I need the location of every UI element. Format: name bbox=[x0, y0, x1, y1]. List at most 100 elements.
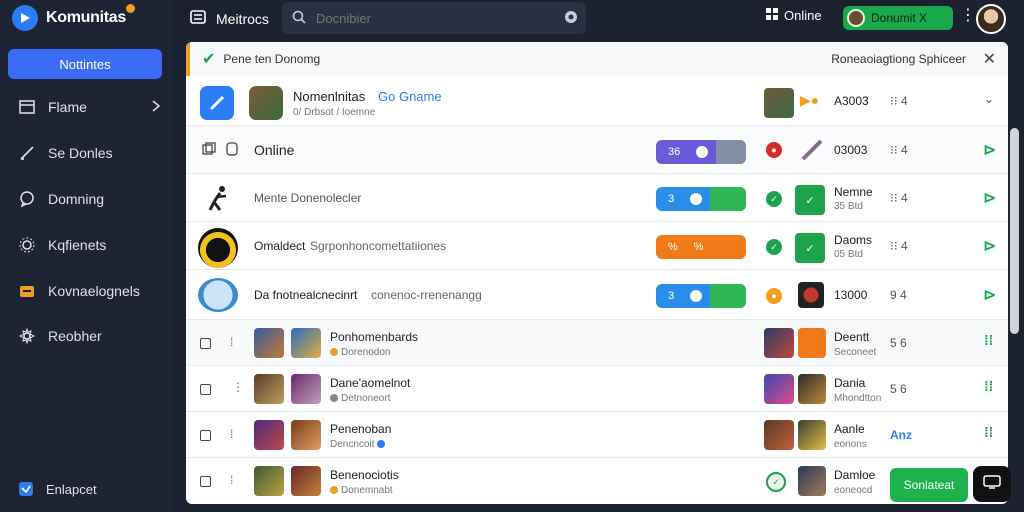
drag-handle-icon[interactable]: ⁞ bbox=[230, 473, 234, 487]
row-meta: 5 6 bbox=[890, 336, 907, 350]
pencil-app-icon bbox=[200, 86, 234, 120]
toggle-switch[interactable]: 3 bbox=[656, 187, 746, 211]
toggle-switch[interactable]: 3 bbox=[656, 284, 746, 308]
toggle-label: 3 bbox=[668, 290, 675, 302]
row-title-accent[interactable]: Go Gname bbox=[378, 89, 442, 104]
avatar bbox=[847, 9, 865, 27]
media-button[interactable] bbox=[973, 466, 1011, 502]
green-badge-icon: ✓ bbox=[795, 233, 825, 263]
toggle-knob bbox=[690, 193, 703, 205]
sidebar: Komunitas Nottintes Flame Se Donles Domn… bbox=[0, 0, 172, 512]
row-checkbox[interactable] bbox=[200, 384, 211, 395]
drag-handle-icon[interactable]: ⁞⁞ bbox=[984, 378, 993, 394]
list-item[interactable]: Mente Donenolecler 3 ✓ ✓ Nemne 35 Btd ⁝⁝… bbox=[186, 174, 1008, 222]
scrollbar[interactable] bbox=[1010, 128, 1019, 334]
arrow-right-icon[interactable]: ⊳ bbox=[983, 285, 996, 305]
row-value-sub: 35 Btd bbox=[834, 201, 863, 212]
drag-handle-icon[interactable]: ⁞ bbox=[230, 335, 234, 349]
thumbnail bbox=[798, 420, 826, 450]
list-item[interactable]: Nomenlnitas Go Gname 0/ Drbsot / Ioemne … bbox=[186, 76, 1008, 126]
thumbnail bbox=[291, 374, 321, 404]
toggle-switch[interactable]: %% bbox=[656, 235, 746, 259]
row-value-sub: eoneocd bbox=[834, 485, 873, 496]
close-icon[interactable]: ✕ bbox=[983, 49, 996, 69]
chevron-down-icon[interactable]: ⌄ bbox=[984, 92, 994, 106]
connect-pill[interactable]: Donumit X bbox=[843, 6, 953, 30]
row-value: Nemne bbox=[834, 185, 873, 199]
sidebar-primary-button[interactable]: Nottintes bbox=[8, 49, 162, 79]
search-bar[interactable] bbox=[282, 2, 586, 34]
thumbnail bbox=[254, 420, 284, 450]
thumbnail bbox=[254, 328, 284, 358]
thumbnail bbox=[764, 420, 794, 450]
runner-icon bbox=[204, 184, 232, 217]
sidebar-item-reobher[interactable]: Reobher bbox=[0, 319, 172, 353]
arrow-right-icon[interactable]: ⊳ bbox=[983, 188, 996, 208]
drag-handle-icon[interactable]: ⁞⁞ bbox=[984, 424, 993, 440]
list-item[interactable]: Da fnotnealcnecinrt conenoc-rrenenangg 3… bbox=[186, 270, 1008, 320]
row-subtitle-inline: conenoc-rrenenangg bbox=[371, 288, 482, 302]
toggle-knob bbox=[696, 146, 709, 158]
row-title: Penenoban bbox=[330, 422, 392, 436]
row-title: Dane'aomelnot bbox=[330, 376, 411, 390]
row-subtitle-text: Dorenodon bbox=[341, 347, 391, 358]
brand[interactable]: Komunitas bbox=[12, 4, 126, 32]
copy-icon[interactable] bbox=[202, 142, 216, 161]
thumbnail bbox=[798, 374, 826, 404]
notice-bar: ✔ Pene ten Donomg Roneaoiagtiong Sphicee… bbox=[186, 42, 1008, 76]
arrow-right-icon[interactable]: ⊳ bbox=[983, 236, 996, 256]
toggle-switch[interactable]: 36 bbox=[656, 140, 746, 164]
table-row[interactable]: ⁞ Penenoban Dencncoit Aanle eonons Anz ⁞… bbox=[186, 412, 1008, 458]
sidebar-item-sedonles[interactable]: Se Donles bbox=[0, 136, 172, 170]
thumbnail bbox=[291, 466, 321, 496]
sidebar-item-label: Flame bbox=[48, 99, 87, 115]
table-row[interactable]: ⋮ Dane'aomelnot Detnoneort Dania Mhondtt… bbox=[186, 366, 1008, 412]
row-title: Ponhomenbards bbox=[330, 330, 419, 344]
more-icon[interactable]: ⋮ bbox=[232, 380, 244, 394]
more-menu-icon[interactable]: ⋮ bbox=[960, 8, 976, 24]
main-panel: ✔ Pene ten Donomg Roneaoiagtiong Sphicee… bbox=[186, 42, 1008, 504]
row-title: Omaldect bbox=[254, 239, 306, 253]
online-button[interactable]: Online bbox=[766, 8, 822, 23]
row-meta: 5 6 bbox=[890, 382, 907, 396]
list-item[interactable]: Omaldect Sgrponhoncomettatiiones %% ✓ ✓ … bbox=[186, 222, 1008, 270]
settings-icon bbox=[18, 327, 36, 345]
sidebar-item-label: Kqfienets bbox=[48, 237, 107, 253]
green-badge-icon: ✓ bbox=[795, 185, 825, 215]
sidebar-item-domning[interactable]: Domning bbox=[0, 182, 172, 216]
user-avatar[interactable] bbox=[976, 4, 1006, 34]
row-meta: 9 4 bbox=[890, 288, 907, 302]
app-name: Komunitas bbox=[46, 9, 126, 26]
row-value: Damloe bbox=[834, 468, 876, 482]
device-icon[interactable] bbox=[226, 142, 238, 161]
toggle-track bbox=[716, 140, 746, 164]
check-icon: ✔ bbox=[202, 51, 216, 68]
table-row[interactable]: ⁞ Ponhomenbards Dorenodon Deentt Seconee… bbox=[186, 320, 1008, 366]
game-avatar bbox=[249, 86, 283, 120]
sidebar-bottom-item[interactable]: Enlapcet bbox=[0, 472, 172, 506]
row-checkbox[interactable] bbox=[200, 430, 211, 441]
thumbnail bbox=[254, 466, 284, 496]
arrow-right-icon[interactable]: ⊳ bbox=[983, 140, 996, 160]
status-dot-icon: ● bbox=[766, 288, 782, 304]
thumbnail bbox=[798, 328, 826, 358]
sidebar-item-label: Reobher bbox=[48, 328, 102, 344]
scan-icon[interactable] bbox=[564, 10, 578, 27]
game-avatar bbox=[198, 228, 238, 268]
search-input[interactable] bbox=[316, 10, 556, 26]
thumbnail bbox=[798, 282, 824, 308]
row-checkbox[interactable] bbox=[200, 338, 211, 349]
drag-handle-icon[interactable]: ⁞⁞ bbox=[984, 332, 993, 348]
drag-handle-icon[interactable]: ⁞ bbox=[230, 427, 234, 441]
topbar: Meitrocs Online Donumit X ⋮ bbox=[172, 0, 1024, 40]
green-action-button[interactable]: Sonlateat bbox=[890, 468, 968, 502]
row-checkbox[interactable] bbox=[200, 476, 211, 487]
table-row[interactable]: ⁞ Benenociotis Donemnabt ✓ Damloe eoneoc… bbox=[186, 458, 1008, 504]
sidebar-item-flame[interactable]: Flame bbox=[0, 90, 172, 124]
row-subtitle: Dencncoit bbox=[330, 439, 388, 450]
top-menu-button[interactable]: Meitrocs bbox=[190, 9, 269, 28]
sidebar-item-kovnaelognels[interactable]: Kovnaelognels bbox=[0, 274, 172, 308]
list-item[interactable]: Online 36 ● 03003 ⁝⁝ 4 ⊳ bbox=[186, 126, 1008, 174]
thumbnail bbox=[764, 88, 794, 118]
sidebar-item-kqfienets[interactable]: Kqfienets bbox=[0, 228, 172, 262]
